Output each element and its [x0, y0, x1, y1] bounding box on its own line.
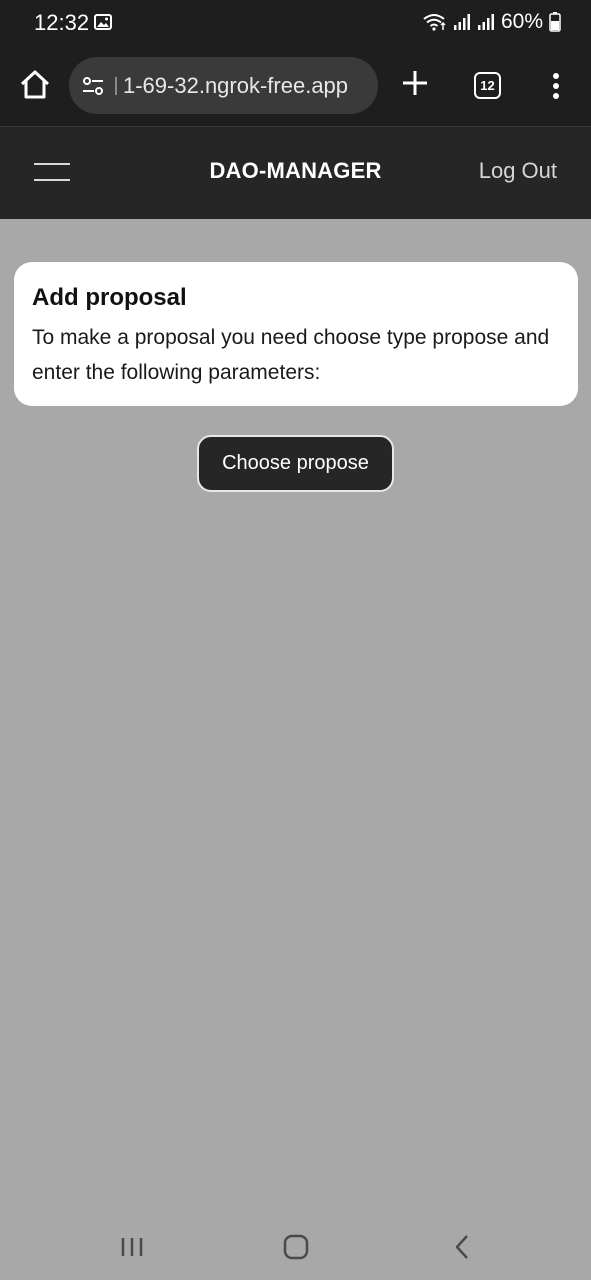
browser-toolbar: 1-69-32.ngrok-free.app 12 — [0, 46, 591, 127]
gallery-icon — [94, 14, 112, 30]
choose-propose-button[interactable]: Choose propose — [197, 435, 394, 492]
add-proposal-card: Add proposal To make a proposal you need… — [14, 262, 578, 406]
home-circle-icon[interactable] — [283, 1234, 309, 1260]
url-divider — [115, 76, 117, 95]
system-nav-bar — [0, 1212, 591, 1280]
plus-icon[interactable] — [400, 68, 430, 98]
battery-icon — [549, 12, 561, 32]
address-bar[interactable]: 1-69-32.ngrok-free.app — [69, 57, 378, 114]
home-icon[interactable] — [18, 68, 52, 102]
card-description: To make a proposal you need choose type … — [32, 326, 550, 384]
app-header: DAO-MANAGER Log Out — [0, 127, 591, 219]
tabs-icon[interactable]: 12 — [474, 72, 501, 99]
status-time: 12:32 — [34, 10, 90, 35]
tune-icon[interactable] — [81, 74, 105, 98]
status-bar: 12:32 60% — [0, 0, 591, 46]
logout-link[interactable]: Log Out — [479, 158, 557, 184]
back-icon[interactable] — [452, 1234, 472, 1260]
wifi-icon — [423, 14, 446, 31]
battery-percent: 60% — [500, 10, 543, 33]
recents-icon[interactable] — [119, 1236, 145, 1258]
status-indicators: 60% — [423, 10, 561, 34]
tab-count: 12 — [480, 78, 495, 93]
card-title: Add proposal — [32, 284, 187, 311]
signal-icon — [477, 14, 494, 30]
signal-icon — [453, 14, 470, 30]
more-vert-icon[interactable] — [550, 72, 562, 100]
url-text[interactable]: 1-69-32.ngrok-free.app — [123, 73, 348, 99]
